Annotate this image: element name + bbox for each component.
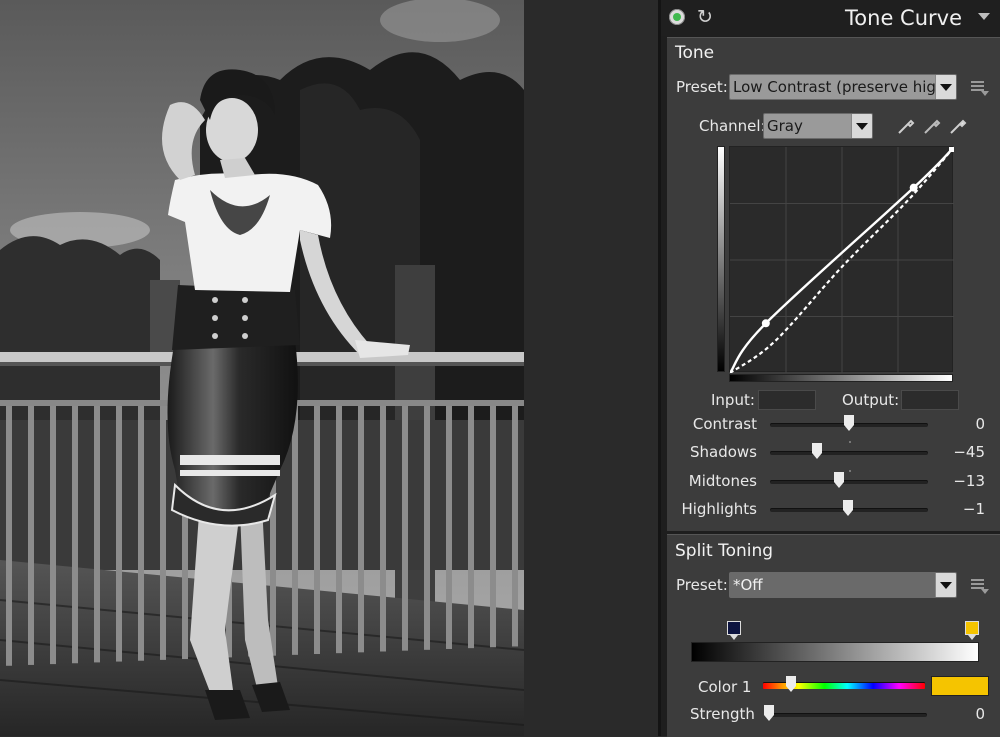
- railing-baluster: [94, 406, 100, 663]
- railing-baluster: [358, 406, 364, 653]
- tone-slider[interactable]: [770, 415, 928, 433]
- color1-hue-slider[interactable]: [763, 676, 925, 694]
- tone-slider-label: Shadows: [689, 443, 757, 461]
- railing-baluster: [446, 406, 452, 649]
- tone-preset-label: Preset:: [676, 78, 728, 96]
- railing-baluster: [490, 406, 496, 648]
- slider-thumb[interactable]: [843, 500, 854, 518]
- tone-slider[interactable]: [770, 500, 928, 518]
- eyedropper-black-icon[interactable]: [895, 115, 917, 137]
- railing-baluster: [116, 406, 122, 662]
- strength-track: [769, 713, 927, 717]
- strength-label: Strength: [690, 705, 755, 723]
- input-value-field[interactable]: [758, 390, 816, 410]
- tone-slider[interactable]: [770, 441, 928, 461]
- chevron-down-icon[interactable]: [935, 75, 956, 99]
- channel-dropdown[interactable]: Gray: [763, 113, 873, 139]
- split-preset-dropdown[interactable]: *Off: [729, 572, 957, 598]
- tone-section: Tone Preset: Low Contrast (preserve high…: [667, 37, 1000, 531]
- tone-slider-label: Midtones: [688, 472, 757, 490]
- photo-image: [0, 0, 524, 736]
- slider-track: [770, 451, 928, 455]
- tone-preset-dropdown[interactable]: Low Contrast (preserve highlights): [729, 74, 957, 100]
- tone-curve-panel: ↻ Tone Curve Tone Preset: Low Contrast (…: [661, 0, 1000, 737]
- photo-viewport[interactable]: [0, 0, 524, 736]
- railing-baluster: [380, 406, 386, 652]
- split-preset-label: Preset:: [676, 576, 728, 594]
- color1-label: Color 1: [698, 678, 752, 696]
- channel-value: Gray: [767, 117, 803, 135]
- collapse-triangle-icon[interactable]: [978, 13, 990, 20]
- curve-control-point[interactable]: [761, 319, 770, 328]
- strength-slider-thumb[interactable]: [764, 705, 774, 723]
- reset-icon[interactable]: ↻: [695, 7, 715, 27]
- power-toggle-icon[interactable]: [669, 9, 685, 25]
- tone-slider-value: −1: [962, 500, 985, 518]
- slider-thumb[interactable]: [811, 443, 822, 461]
- railing-baluster: [468, 406, 474, 649]
- railing-baluster: [336, 406, 342, 654]
- tone-slider-label: Highlights: [681, 500, 757, 518]
- output-label: Output:: [842, 391, 900, 409]
- highlight-color-swatch: [965, 621, 979, 635]
- split-toning-title: Split Toning: [675, 541, 774, 561]
- slider-thumb[interactable]: [833, 472, 844, 490]
- railing-baluster: [424, 406, 430, 650]
- slider-thumb[interactable]: [844, 415, 854, 433]
- tone-curve-svg[interactable]: [730, 147, 954, 373]
- slider-default-marker: [849, 441, 851, 443]
- chevron-down-icon[interactable]: [935, 573, 956, 597]
- railing-baluster: [28, 406, 34, 665]
- split-toning-section: Split Toning Preset: *Off Color 1 Streng…: [667, 534, 1000, 737]
- input-label: Input:: [711, 391, 755, 409]
- curve-control-point[interactable]: [909, 183, 918, 192]
- strength-value: 0: [975, 705, 985, 723]
- tone-curve-graph[interactable]: [729, 146, 954, 373]
- color1-swatch[interactable]: [931, 676, 989, 696]
- eyedropper-white-icon[interactable]: [947, 115, 969, 137]
- input-gradient-bar: [729, 374, 953, 382]
- tone-slider[interactable]: [770, 470, 928, 490]
- output-value-field[interactable]: [901, 390, 959, 410]
- railing-baluster: [6, 406, 12, 666]
- curve-end-point[interactable]: [949, 147, 954, 152]
- eyedropper-gray-icon[interactable]: [921, 115, 943, 137]
- channel-label: Channel:: [699, 117, 766, 135]
- shadow-color-marker[interactable]: [727, 621, 742, 641]
- railing-baluster: [50, 406, 56, 665]
- workspace-gap: [524, 0, 658, 736]
- tone-section-title: Tone: [675, 43, 715, 63]
- railing-baluster: [138, 406, 144, 661]
- strength-slider[interactable]: [764, 705, 927, 722]
- tone-slider-value: −13: [953, 472, 985, 490]
- panel-header: ↻ Tone Curve: [661, 0, 1000, 36]
- split-toning-gradient[interactable]: [691, 642, 979, 662]
- railing-baluster: [314, 406, 320, 655]
- panel-title: Tone Curve: [845, 6, 962, 30]
- shadow-color-swatch: [727, 621, 742, 635]
- split-preset-value: *Off: [733, 576, 763, 594]
- tone-slider-value: 0: [975, 415, 985, 433]
- railing-baluster: [512, 406, 518, 647]
- railing-baluster: [160, 406, 166, 660]
- tone-slider-value: −45: [953, 443, 985, 461]
- slider-default-marker: [849, 470, 851, 472]
- output-gradient-bar: [717, 146, 725, 372]
- hue-slider-thumb[interactable]: [785, 676, 796, 694]
- slider-track: [770, 480, 928, 484]
- split-preset-menu-icon[interactable]: [971, 579, 989, 595]
- highlight-color-marker[interactable]: [965, 621, 979, 641]
- chevron-down-icon[interactable]: [851, 114, 872, 138]
- railing-baluster: [72, 406, 78, 664]
- tone-slider-label: Contrast: [692, 415, 757, 433]
- railing-baluster: [402, 406, 408, 651]
- tone-preset-menu-icon[interactable]: [971, 81, 989, 97]
- railing-baluster: [292, 406, 298, 655]
- tone-preset-value: Low Contrast (preserve highlights): [733, 78, 956, 96]
